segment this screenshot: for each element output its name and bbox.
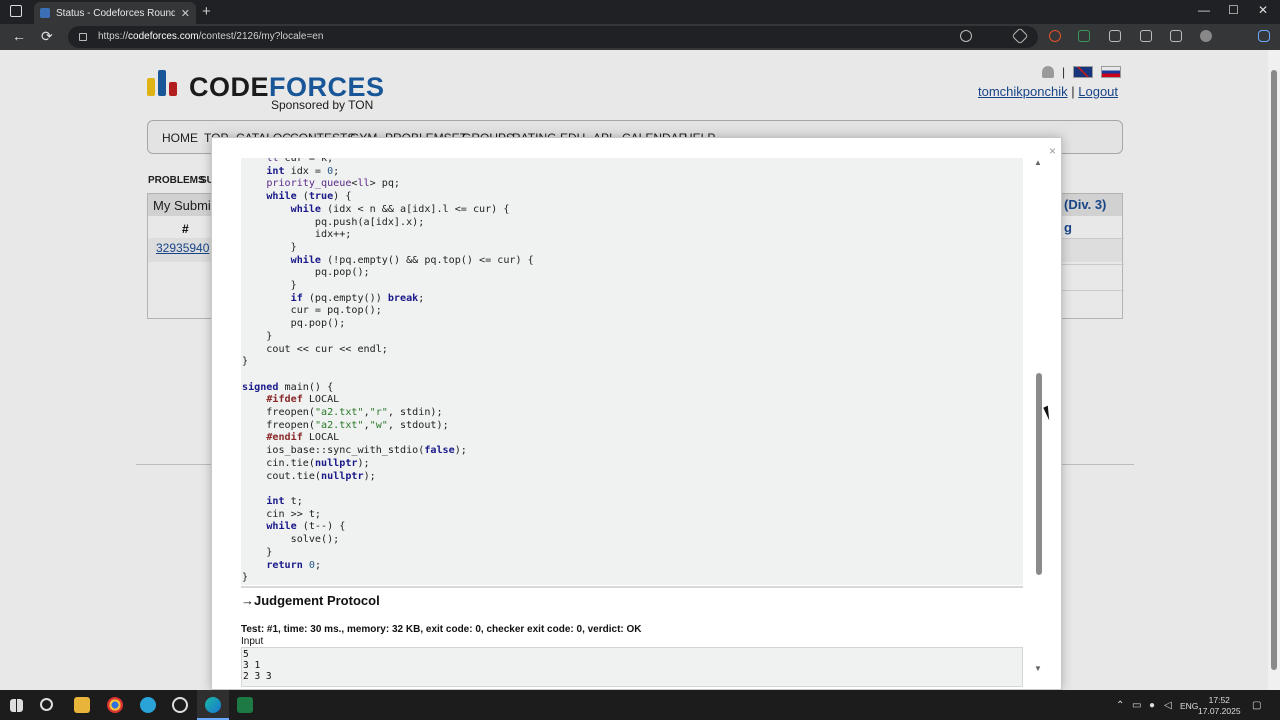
lock-icon bbox=[79, 33, 87, 41]
profile-avatar-icon[interactable] bbox=[1200, 30, 1212, 42]
source-code-block: ll cur = k; int idx = 0; priority_queue<… bbox=[241, 158, 1023, 585]
app-icon[interactable] bbox=[172, 697, 188, 713]
zoom-icon[interactable] bbox=[960, 30, 972, 42]
tab-close-icon[interactable]: ✕ bbox=[181, 7, 190, 20]
minimize-button[interactable]: — bbox=[1198, 3, 1210, 17]
language-indicator[interactable]: ENG bbox=[1180, 701, 1198, 711]
extension-icon[interactable] bbox=[1049, 30, 1061, 42]
translate-icon[interactable] bbox=[934, 30, 946, 42]
reload-button[interactable]: ⟳ bbox=[41, 28, 53, 45]
browser-essentials-icon[interactable] bbox=[1170, 30, 1182, 42]
browser-tab[interactable]: Status - Codeforces Round 1037 ( ✕ bbox=[34, 2, 196, 24]
address-bar-row: ← ⟳ https://codeforces.com/contest/2126/… bbox=[0, 24, 1280, 50]
modal-close-button[interactable]: × bbox=[1049, 144, 1056, 158]
windows-start-icon[interactable] bbox=[10, 699, 23, 712]
copilot-icon[interactable] bbox=[1258, 30, 1270, 42]
tray-chevron-icon[interactable]: ⌃ bbox=[1116, 700, 1124, 711]
read-aloud-icon[interactable] bbox=[988, 30, 1000, 42]
test-result-line: Test: #1, time: 30 ms., memory: 32 KB, e… bbox=[241, 624, 642, 635]
notifications-icon[interactable]: ▢ bbox=[1252, 700, 1261, 711]
windows-taskbar: ⌃ ▭ ● ◁ ENG 17:52 17.07.2025 ▢ bbox=[0, 690, 1280, 720]
clock-time: 17:52 bbox=[1208, 695, 1230, 705]
url-prefix: https:// bbox=[98, 31, 129, 42]
volume-icon[interactable]: ◁ bbox=[1164, 700, 1172, 711]
file-explorer-icon[interactable] bbox=[74, 697, 90, 713]
source-code: ll cur = k; int idx = 0; priority_queue<… bbox=[242, 158, 534, 584]
new-tab-button[interactable]: + bbox=[202, 3, 211, 20]
browser-tab-bar: Status - Codeforces Round 1037 ( ✕ + — ☐… bbox=[0, 0, 1280, 24]
url-input[interactable]: https://codeforces.com/contest/2126/my?l… bbox=[68, 26, 1038, 48]
input-label: Input bbox=[241, 636, 264, 647]
scroll-down-icon[interactable]: ▼ bbox=[1034, 664, 1042, 673]
system-clock[interactable]: 17:52 17.07.2025 bbox=[1198, 695, 1241, 717]
telegram-icon[interactable] bbox=[140, 697, 156, 713]
modal-scrollbar-thumb[interactable] bbox=[1036, 373, 1042, 575]
close-window-button[interactable]: ✕ bbox=[1258, 3, 1268, 17]
page-scrollbar[interactable] bbox=[1268, 50, 1280, 690]
url-host: codeforces.com bbox=[128, 31, 199, 42]
submission-modal: × ll cur = k; int idx = 0; priority_queu… bbox=[211, 137, 1062, 690]
test-input-text: 5 3 1 2 3 3 bbox=[243, 649, 272, 682]
modal-scrollbar[interactable]: ▲ ▼ bbox=[1034, 158, 1044, 673]
scroll-up-icon[interactable]: ▲ bbox=[1034, 158, 1042, 167]
search-icon[interactable] bbox=[40, 698, 53, 711]
extensions-puzzle-icon[interactable] bbox=[1109, 30, 1121, 42]
microphone-icon[interactable]: ● bbox=[1149, 700, 1155, 711]
back-button[interactable]: ← bbox=[12, 28, 26, 44]
page-scrollbar-thumb[interactable] bbox=[1271, 70, 1277, 670]
favorites-icon[interactable] bbox=[1140, 30, 1152, 42]
codeforces-favicon-icon bbox=[40, 8, 50, 18]
clock-date: 17.07.2025 bbox=[1198, 706, 1241, 716]
test-input-box: 5 3 1 2 3 3 bbox=[241, 647, 1023, 687]
more-menu-icon[interactable] bbox=[1231, 30, 1243, 42]
edge-icon[interactable] bbox=[205, 697, 221, 713]
tab-title: Status - Codeforces Round 1037 ( bbox=[56, 7, 175, 19]
tab-actions-icon[interactable] bbox=[10, 5, 22, 17]
chrome-icon[interactable] bbox=[107, 697, 123, 713]
judgement-protocol-title[interactable]: →Judgement Protocol bbox=[241, 593, 380, 608]
network-icon[interactable]: ▭ bbox=[1132, 700, 1141, 711]
modal-separator bbox=[241, 586, 1023, 588]
maximize-button[interactable]: ☐ bbox=[1228, 3, 1239, 17]
excel-icon[interactable] bbox=[237, 697, 253, 713]
url-path: /contest/2126/my?locale=en bbox=[198, 31, 324, 42]
extension-badge-icon[interactable] bbox=[1078, 30, 1090, 42]
